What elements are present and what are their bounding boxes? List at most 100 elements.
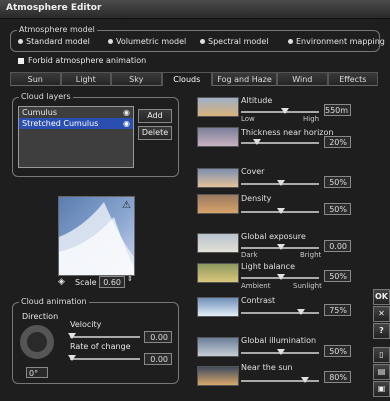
thickness-field[interactable]: 20% xyxy=(324,136,351,148)
velocity-field[interactable]: 0.00 xyxy=(144,331,172,343)
global-illumination-field[interactable]: 50% xyxy=(324,345,351,357)
global-exposure-high-label: Bright xyxy=(300,251,322,259)
altitude-label: Altitude xyxy=(241,96,273,105)
scale-field[interactable]: 0.60 xyxy=(99,276,125,288)
slider-thumb[interactable] xyxy=(277,180,285,186)
slider-thumb[interactable] xyxy=(301,377,309,383)
thickness-slider[interactable] xyxy=(241,139,319,145)
light-balance-field[interactable]: 50% xyxy=(324,270,351,282)
thickness-label: Thickness near horizon xyxy=(241,128,334,137)
light-balance-slider[interactable] xyxy=(241,274,319,280)
altitude-thumbnail xyxy=(197,97,239,117)
direction-field[interactable]: 0° xyxy=(26,367,48,378)
altitude-low-label: Low xyxy=(241,115,255,123)
velocity-label: Velocity xyxy=(70,320,102,329)
global-exposure-thumbnail xyxy=(197,233,239,253)
global-exposure-slider[interactable] xyxy=(241,244,319,250)
contrast-label: Contrast xyxy=(241,296,276,305)
eye-icon[interactable]: ◉ xyxy=(123,118,130,129)
forbid-animation-checkbox[interactable]: Forbid atmosphere animation xyxy=(18,56,146,65)
near-sun-label: Near the sun xyxy=(241,363,293,372)
cover-slider[interactable] xyxy=(241,180,319,186)
eye-icon[interactable]: ◉ xyxy=(123,107,130,118)
close-button[interactable]: ✕ xyxy=(373,306,390,322)
cloud-layers-list[interactable]: Cumulus ◉ Stretched Cumulus ◉ xyxy=(18,106,134,168)
near-sun-slider[interactable] xyxy=(241,377,319,383)
window-title: Atmosphere Editor xyxy=(6,3,102,13)
atmosphere-model-label: Atmosphere model xyxy=(17,25,97,34)
tab-clouds[interactable]: Clouds xyxy=(161,72,212,86)
warning-icon: ⚠ xyxy=(122,200,131,211)
light-balance-low-label: Ambient xyxy=(241,282,271,290)
global-illumination-slider[interactable] xyxy=(241,349,319,355)
cover-thumbnail xyxy=(197,168,239,188)
density-label: Density xyxy=(241,194,272,203)
thickness-thumbnail xyxy=(197,127,239,147)
contrast-field[interactable]: 75% xyxy=(324,304,351,316)
slider-thumb[interactable] xyxy=(277,208,285,214)
scale-label: Scale xyxy=(75,278,97,287)
tab-effects[interactable]: Effects xyxy=(327,72,379,86)
global-illumination-label: Global illumination xyxy=(241,336,317,345)
contrast-slider[interactable] xyxy=(241,309,319,315)
folder-open-icon[interactable]: ▤ xyxy=(373,364,390,380)
tab-sun[interactable]: Sun xyxy=(10,72,61,86)
tab-light[interactable]: Light xyxy=(60,72,111,86)
ok-button[interactable]: OK xyxy=(373,289,390,305)
direction-dial[interactable] xyxy=(20,325,54,359)
radio-standard-model[interactable]: Standard model xyxy=(18,37,90,46)
slider-thumb[interactable] xyxy=(297,309,305,315)
altitude-high-label: High xyxy=(303,115,320,123)
velocity-slider[interactable] xyxy=(68,333,140,339)
global-illumination-thumbnail xyxy=(197,337,239,357)
tab-sky[interactable]: Sky xyxy=(111,72,162,86)
tab-fog-and-haze[interactable]: Fog and Haze xyxy=(212,72,278,86)
slider-thumb[interactable] xyxy=(68,333,76,339)
rate-label: Rate of change xyxy=(70,342,131,351)
checkbox-icon xyxy=(18,57,24,64)
title-bar[interactable]: Atmosphere Editor xyxy=(0,0,390,19)
density-field[interactable]: 50% xyxy=(324,203,351,215)
radio-dot-icon xyxy=(108,39,113,44)
delete-layer-button[interactable]: Delete xyxy=(138,126,172,140)
global-exposure-field[interactable]: 0.00 xyxy=(324,240,351,252)
radio-volumetric-model[interactable]: Volumetric model xyxy=(108,37,186,46)
rate-field[interactable]: 0.00 xyxy=(144,353,172,365)
scale-icon: ◈ xyxy=(58,277,65,287)
radio-spectral-model[interactable]: Spectral model xyxy=(200,37,268,46)
cloud-animation-label: Cloud animation xyxy=(19,297,89,306)
scale-spinner-icon[interactable]: ⇕ xyxy=(127,275,133,283)
slider-thumb[interactable] xyxy=(277,244,285,250)
add-layer-button[interactable]: Add xyxy=(138,109,172,123)
radio-environment-mapping[interactable]: Environment mapping xyxy=(288,37,385,46)
help-button[interactable]: ? xyxy=(373,323,390,339)
slider-thumb[interactable] xyxy=(277,274,285,280)
altitude-field[interactable]: 550m xyxy=(324,104,351,116)
slider-thumb[interactable] xyxy=(68,355,76,361)
slider-thumb[interactable] xyxy=(281,108,289,114)
save-icon[interactable]: ▣ xyxy=(373,381,390,397)
cover-field[interactable]: 50% xyxy=(324,176,351,188)
global-exposure-low-label: Dark xyxy=(241,251,258,259)
list-item[interactable]: Stretched Cumulus ◉ xyxy=(19,118,133,129)
radio-dot-icon xyxy=(200,39,205,44)
tab-bar: Sun Light Sky Clouds Fog and Haze Wind E… xyxy=(10,72,379,86)
slider-thumb[interactable] xyxy=(253,139,261,145)
near-sun-field[interactable]: 80% xyxy=(324,371,351,383)
radio-dot-icon xyxy=(18,39,23,44)
slider-thumb[interactable] xyxy=(277,349,285,355)
document-icon[interactable]: ▯ xyxy=(373,347,390,363)
direction-label: Direction xyxy=(22,312,59,321)
density-slider[interactable] xyxy=(241,208,319,214)
density-thumbnail xyxy=(197,194,239,214)
tab-wind[interactable]: Wind xyxy=(277,72,328,86)
altitude-slider[interactable] xyxy=(241,108,319,114)
near-sun-thumbnail xyxy=(197,366,239,386)
cloud-layers-label: Cloud layers xyxy=(19,92,73,101)
cover-label: Cover xyxy=(241,167,265,176)
global-exposure-label: Global exposure xyxy=(241,232,306,241)
rate-slider[interactable] xyxy=(68,355,140,361)
list-item[interactable]: Cumulus ◉ xyxy=(19,107,133,118)
cloud-preview-image: ⚠ xyxy=(58,196,135,276)
light-balance-thumbnail xyxy=(197,263,239,283)
